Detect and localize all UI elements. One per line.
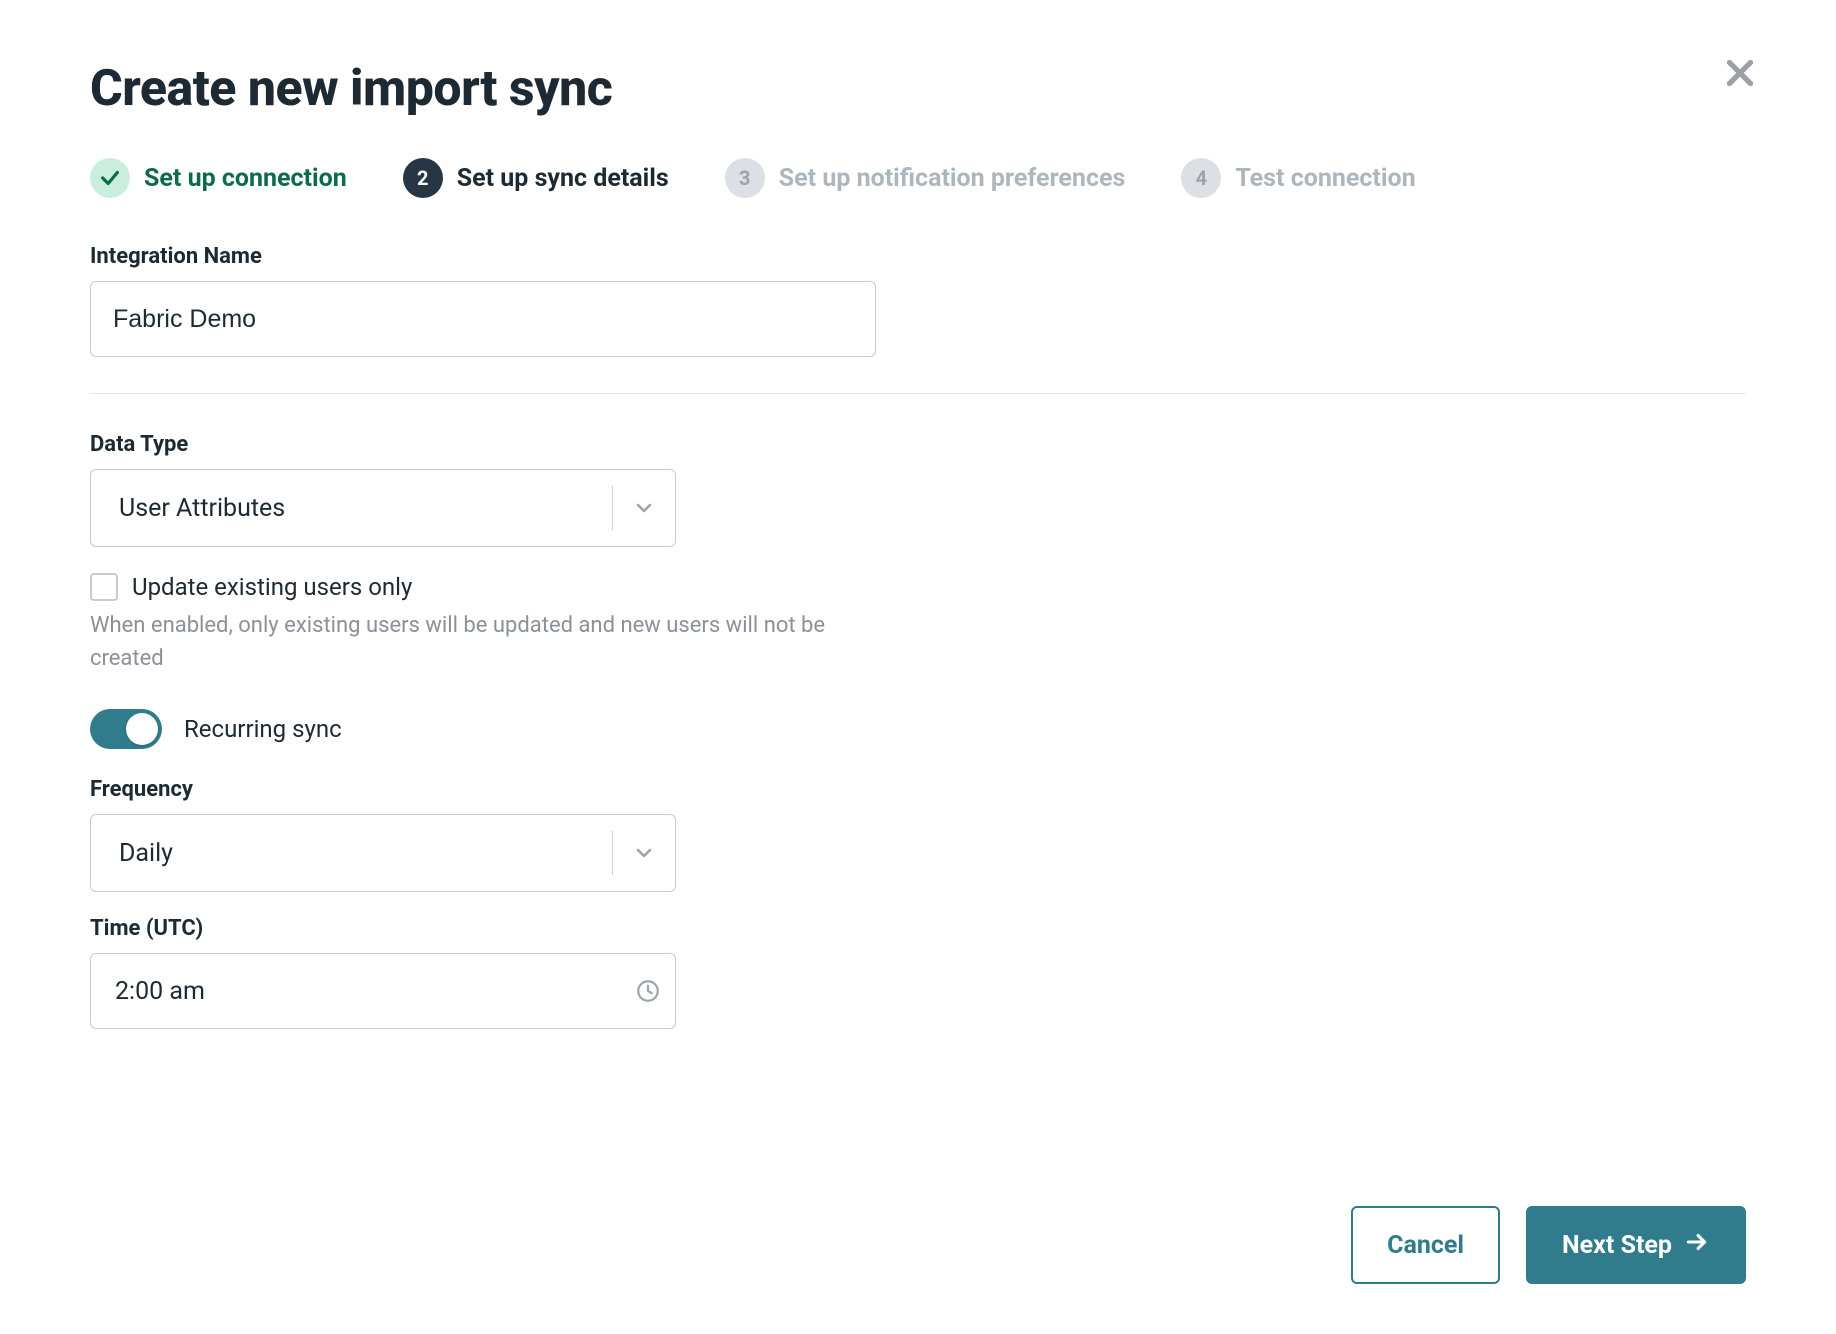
modal-title: Create new import sync bbox=[90, 60, 1746, 118]
time-label: Time (UTC) bbox=[90, 916, 1746, 941]
update-existing-helper: When enabled, only existing users will b… bbox=[90, 609, 880, 675]
frequency-value: Daily bbox=[91, 839, 612, 868]
step-2[interactable]: 2 Set up sync details bbox=[403, 158, 669, 198]
step-1[interactable]: Set up connection bbox=[90, 158, 347, 198]
data-type-label: Data Type bbox=[90, 432, 1746, 457]
integration-name-label: Integration Name bbox=[90, 244, 1746, 269]
integration-name-input[interactable] bbox=[90, 281, 876, 357]
time-group: Time (UTC) 2:00 am bbox=[90, 916, 1746, 1029]
next-step-button[interactable]: Next Step bbox=[1526, 1206, 1746, 1284]
step-check-icon bbox=[90, 158, 130, 198]
step-number: 2 bbox=[403, 158, 443, 198]
create-import-sync-modal: Create new import sync Set up connection… bbox=[0, 0, 1836, 1334]
update-existing-row: Update existing users only bbox=[90, 573, 1746, 601]
step-number: 3 bbox=[725, 158, 765, 198]
close-icon bbox=[1722, 76, 1758, 95]
time-input[interactable]: 2:00 am bbox=[90, 953, 676, 1029]
step-3[interactable]: 3 Set up notification preferences bbox=[725, 158, 1126, 198]
data-type-value: User Attributes bbox=[91, 494, 612, 523]
recurring-toggle[interactable] bbox=[90, 709, 162, 749]
close-button[interactable] bbox=[1722, 55, 1758, 91]
frequency-group: Frequency Daily bbox=[90, 777, 1746, 892]
step-label: Set up sync details bbox=[457, 164, 669, 193]
cancel-button-label: Cancel bbox=[1387, 1231, 1464, 1260]
next-step-button-label: Next Step bbox=[1562, 1231, 1672, 1260]
cancel-button[interactable]: Cancel bbox=[1351, 1206, 1500, 1284]
divider bbox=[90, 393, 1746, 394]
update-existing-checkbox[interactable] bbox=[90, 573, 118, 601]
step-label: Set up notification preferences bbox=[779, 164, 1126, 193]
chevron-down-icon bbox=[613, 496, 675, 520]
step-number: 4 bbox=[1181, 158, 1221, 198]
toggle-knob bbox=[126, 713, 158, 745]
step-label: Set up connection bbox=[144, 164, 347, 193]
arrow-right-icon bbox=[1684, 1229, 1710, 1262]
recurring-label: Recurring sync bbox=[184, 715, 342, 743]
data-type-group: Data Type User Attributes bbox=[90, 432, 1746, 547]
recurring-row: Recurring sync bbox=[90, 709, 1746, 749]
modal-footer: Cancel Next Step bbox=[1351, 1206, 1746, 1284]
step-4[interactable]: 4 Test connection bbox=[1181, 158, 1415, 198]
stepper: Set up connection 2 Set up sync details … bbox=[90, 158, 1746, 198]
chevron-down-icon bbox=[613, 841, 675, 865]
integration-name-group: Integration Name bbox=[90, 244, 1746, 357]
clock-icon bbox=[635, 978, 661, 1004]
time-value: 2:00 am bbox=[115, 977, 635, 1006]
step-label: Test connection bbox=[1235, 164, 1415, 193]
frequency-label: Frequency bbox=[90, 777, 1746, 802]
data-type-select[interactable]: User Attributes bbox=[90, 469, 676, 547]
frequency-select[interactable]: Daily bbox=[90, 814, 676, 892]
update-existing-label: Update existing users only bbox=[132, 573, 412, 601]
